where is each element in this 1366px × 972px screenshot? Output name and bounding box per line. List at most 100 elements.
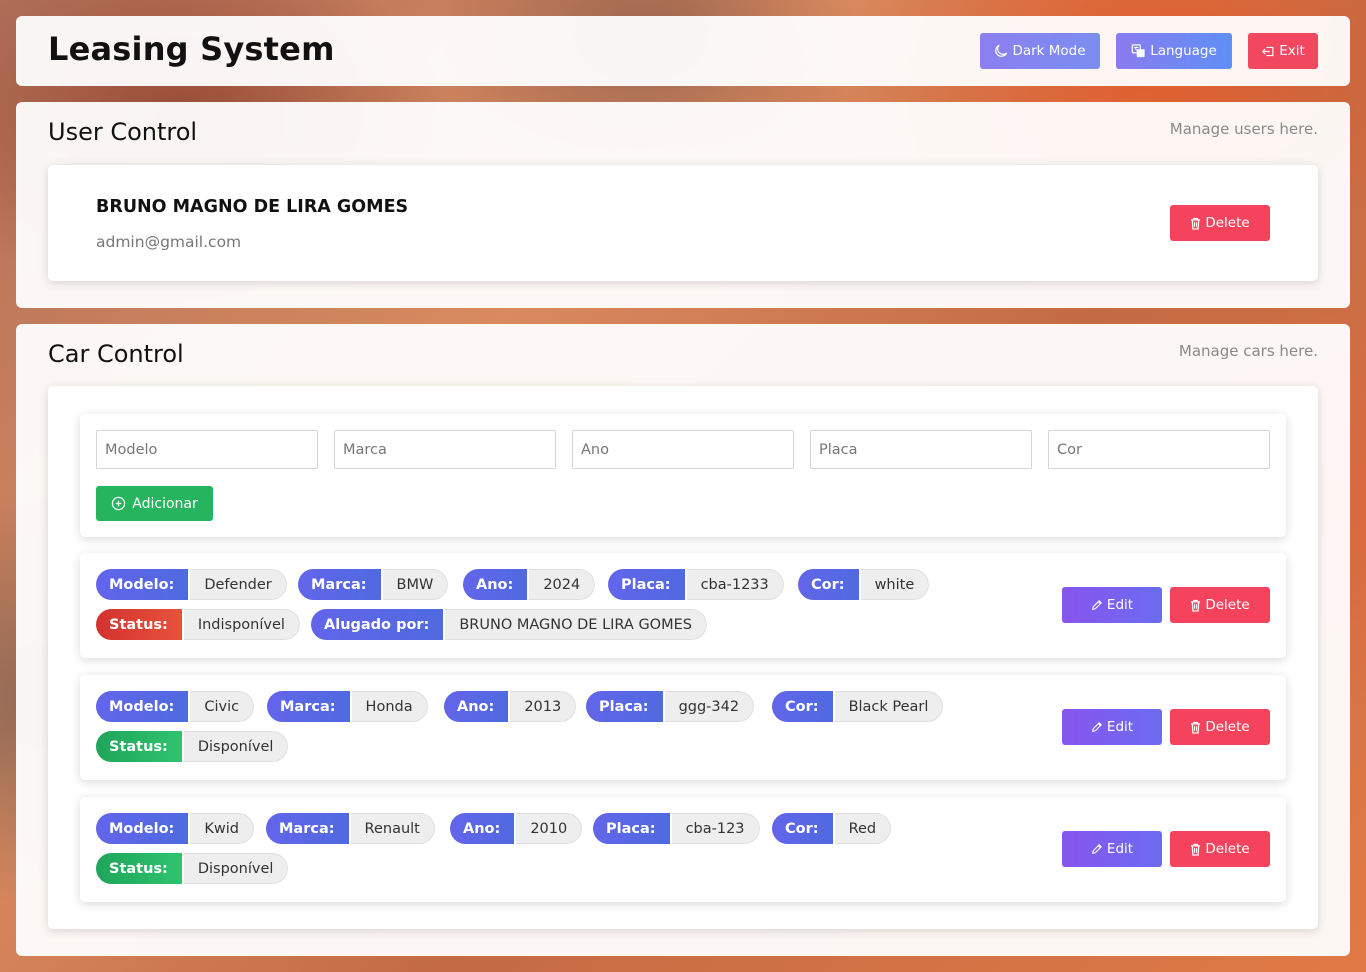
cor-tag: Cor: Black Pearl [772,691,944,722]
modelo-tag: Modelo: Kwid [96,813,254,844]
placa-value: cba-123 [671,813,760,844]
trash-icon [1190,721,1201,734]
placa-key: Placa: [608,569,685,600]
ano-input[interactable] [572,430,794,469]
delete-user-label: Delete [1205,215,1250,231]
car-card: Modelo: Kwid Marca: Renault Ano: 2010 Placa… [80,797,1286,902]
edit-car-button[interactable]: Edit [1062,831,1162,867]
dark-mode-button[interactable]: Dark Mode [980,33,1100,69]
status-value: Disponível [183,853,289,884]
ano-tag: Ano: 2013 [444,691,577,722]
user-control-subtitle: Manage users here. [1169,120,1318,138]
placa-value: cba-1233 [686,569,784,600]
marca-value: Honda [351,691,428,722]
ano-tag: Ano: 2010 [450,813,583,844]
cor-tag: Cor: white [798,569,930,600]
modelo-tag: Modelo: Civic [96,691,255,722]
status-tag: Status: Indisponível [96,609,300,640]
car-card: Modelo: Defender Marca: BMW Ano: 2024 Placa… [80,553,1286,658]
pencil-icon [1091,599,1103,611]
add-car-form: Adicionar [80,414,1286,537]
delete-label: Delete [1205,719,1250,735]
modelo-input[interactable] [96,430,318,469]
exit-button[interactable]: Exit [1248,33,1318,69]
placa-tag: Placa: ggg-342 [586,691,755,722]
placa-tag: Placa: cba-123 [593,813,760,844]
ano-key: Ano: [450,813,515,844]
marca-key: Marca: [298,569,381,600]
modelo-key: Modelo: [96,691,189,722]
pencil-icon [1091,721,1103,733]
modelo-value: Civic [190,691,255,722]
marca-value: Renault [350,813,435,844]
car-control-panel: Car Control Manage cars here. Adicionar … [16,324,1350,956]
placa-value: ggg-342 [664,691,755,722]
ano-value: 2024 [529,569,596,600]
modelo-tag: Modelo: Defender [96,569,287,600]
marca-value: BMW [382,569,449,600]
status-key: Status: [96,731,182,762]
moon-icon [994,44,1008,58]
car-list-container: Adicionar Modelo:Defender Marca:BMW Ano:… [48,386,1318,929]
cor-input[interactable] [1048,430,1270,469]
placa-key: Placa: [586,691,663,722]
modelo-value: Defender [190,569,287,600]
alugado-por-value: BRUNO MAGNO DE LIRA GOMES [445,609,707,640]
edit-car-button[interactable]: Edit [1062,709,1162,745]
plus-circle-icon [111,496,126,511]
language-label: Language [1150,43,1217,59]
user-card: BRUNO MAGNO DE LIRA GOMES admin@gmail.co… [48,165,1318,281]
delete-user-button[interactable]: Delete [1170,205,1270,241]
modelo-value: Kwid [190,813,254,844]
ano-value: 2010 [516,813,583,844]
cor-value: Black Pearl [834,691,944,722]
status-tag: Status: Disponível [96,731,289,762]
modelo-key: Modelo: [96,569,189,600]
trash-icon [1190,217,1201,230]
cor-value: white [860,569,930,600]
edit-car-button[interactable]: Edit [1062,587,1162,623]
user-email: admin@gmail.com [96,233,242,251]
car-control-subtitle: Manage cars here. [1178,342,1318,360]
app-header: Leasing System Dark Mode Language Exit [16,16,1350,86]
alugado-por-tag: Alugado por: BRUNO MAGNO DE LIRA GOMES [311,609,707,640]
status-tag: Status: Disponível [96,853,289,884]
trash-icon [1190,843,1201,856]
delete-car-button[interactable]: Delete [1170,709,1270,745]
cor-key: Cor: [798,569,859,600]
status-value: Disponível [183,731,289,762]
user-control-panel: User Control Manage users here. BRUNO MA… [16,102,1350,308]
ano-key: Ano: [444,691,509,722]
language-button[interactable]: Language [1116,33,1232,69]
ano-value: 2013 [510,691,577,722]
cor-value: Red [834,813,892,844]
user-name: BRUNO MAGNO DE LIRA GOMES [96,197,409,217]
cor-key: Cor: [772,813,833,844]
cor-tag: Cor: Red [772,813,892,844]
app-title: Leasing System [48,30,335,68]
add-car-button[interactable]: Adicionar [96,486,213,521]
delete-car-button[interactable]: Delete [1170,831,1270,867]
placa-tag: Placa: cba-1233 [608,569,784,600]
marca-tag: Marca: Renault [266,813,435,844]
dark-mode-label: Dark Mode [1012,43,1086,59]
trash-icon [1190,599,1201,612]
ano-key: Ano: [463,569,528,600]
marca-input[interactable] [334,430,556,469]
exit-label: Exit [1279,43,1305,59]
edit-label: Edit [1106,841,1134,857]
modelo-key: Modelo: [96,813,189,844]
delete-label: Delete [1205,841,1250,857]
delete-car-button[interactable]: Delete [1170,587,1270,623]
marca-tag: Marca: Honda [267,691,428,722]
cor-key: Cor: [772,691,833,722]
marca-key: Marca: [267,691,350,722]
car-control-title: Car Control [48,340,184,368]
translate-icon [1131,44,1146,58]
marca-tag: Marca: BMW [298,569,449,600]
placa-input[interactable] [810,430,1032,469]
status-key: Status: [96,853,182,884]
delete-label: Delete [1205,597,1250,613]
status-value: Indisponível [183,609,300,640]
alugado-por-key: Alugado por: [311,609,444,640]
